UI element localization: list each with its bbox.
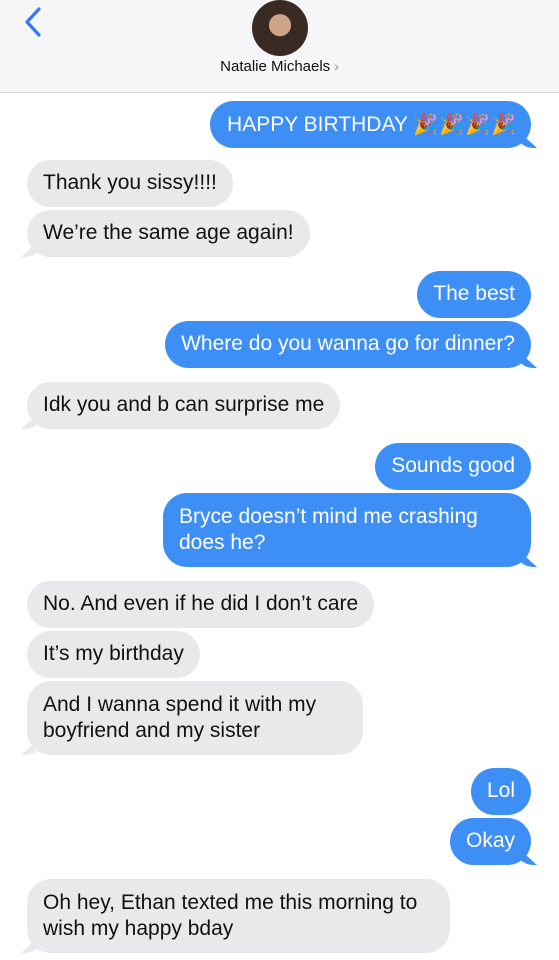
message-bubble-sent[interactable]: HAPPY BIRTHDAY 🎉🎉🎉🎉	[210, 101, 531, 148]
message-thread: HAPPY BIRTHDAY 🎉🎉🎉🎉 Thank you sissy!!!! …	[0, 92, 559, 960]
message-text: The best	[433, 282, 515, 305]
message-text: HAPPY BIRTHDAY	[227, 113, 408, 136]
contact-avatar[interactable]	[252, 0, 308, 56]
chevron-left-icon[interactable]	[20, 5, 46, 39]
message-text: Thank you sissy!!!!	[43, 171, 217, 194]
message-bubble-sent[interactable]: Where do you wanna go for dinner?	[165, 321, 531, 368]
message-bubble-sent[interactable]: Okay	[449, 818, 531, 865]
message-text: Where do you wanna go for dinner?	[181, 332, 515, 355]
message-text: Bryce doesn’t mind me crashing does he?	[179, 505, 478, 554]
message-bubble-received[interactable]: No. And even if he did I don’t care	[27, 581, 375, 628]
contact-name-button[interactable]: Natalie Michaels ›	[0, 58, 559, 75]
message-text: Oh hey, Ethan texted me this morning to …	[43, 891, 418, 940]
party-popper-emoji-icon: 🎉🎉🎉🎉	[413, 112, 517, 136]
message-bubble-received[interactable]: And I wanna spend it with my boyfriend a…	[27, 681, 363, 755]
message-bubble-received[interactable]: Idk you and b can surprise me	[27, 382, 341, 429]
message-text: We’re the same age again!	[43, 221, 294, 244]
message-bubble-received[interactable]: Thank you sissy!!!!	[27, 160, 233, 207]
message-text: Lol	[486, 779, 515, 802]
message-bubble-received[interactable]: It’s my birthday	[27, 631, 200, 678]
conversation-header: Natalie Michaels ›	[0, 0, 559, 93]
message-text: Sounds good	[391, 454, 515, 477]
message-text: It’s my birthday	[43, 642, 184, 665]
chevron-right-icon: ›	[334, 58, 339, 74]
message-bubble-sent[interactable]: Bryce doesn’t mind me crashing does he?	[163, 493, 531, 567]
message-text: Idk you and b can surprise me	[43, 393, 325, 416]
message-bubble-received[interactable]: Oh hey, Ethan texted me this morning to …	[27, 879, 450, 953]
message-bubble-sent[interactable]: Lol	[470, 768, 531, 815]
message-text: And I wanna spend it with my boyfriend a…	[43, 693, 317, 742]
message-bubble-sent[interactable]: The best	[417, 271, 531, 318]
message-bubble-sent[interactable]: Sounds good	[375, 443, 531, 490]
contact-name: Natalie Michaels	[220, 58, 331, 75]
message-text: Okay	[465, 829, 515, 852]
message-bubble-received[interactable]: We’re the same age again!	[27, 210, 310, 257]
message-text: No. And even if he did I don’t care	[43, 592, 359, 615]
